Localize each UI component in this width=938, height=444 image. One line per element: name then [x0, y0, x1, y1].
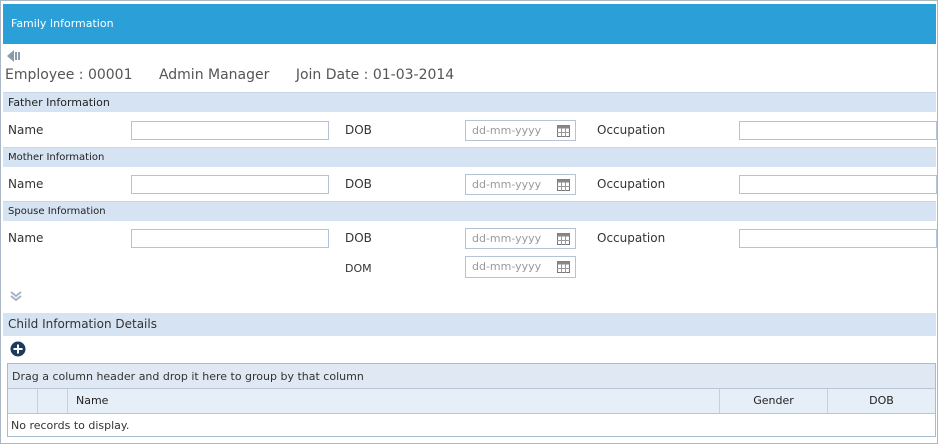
father-name-label: Name	[8, 123, 44, 137]
spouse-dom-picker[interactable]: dd-mm-yyyy	[465, 256, 576, 278]
mother-name-label: Name	[8, 177, 44, 191]
calendar-icon[interactable]	[557, 179, 570, 191]
column-header-dob[interactable]: DOB	[828, 389, 935, 413]
calendar-icon[interactable]	[557, 233, 570, 245]
mother-dob-placeholder: dd-mm-yyyy	[472, 178, 542, 191]
spouse-dom-placeholder: dd-mm-yyyy	[472, 260, 542, 273]
spouse-dob-label: DOB	[345, 231, 372, 245]
mother-occupation-input[interactable]	[739, 175, 937, 194]
grid-header-spacer	[8, 389, 38, 413]
employee-summary: Employee : 00001 Admin Manager Join Date…	[5, 67, 476, 83]
calendar-icon[interactable]	[557, 125, 570, 137]
mother-dob-label: DOB	[345, 177, 372, 191]
calendar-icon[interactable]	[557, 261, 570, 273]
column-header-name[interactable]: Name	[68, 389, 720, 413]
back-arrow-icon[interactable]	[6, 49, 22, 63]
expand-chevron-icon[interactable]	[9, 290, 23, 302]
mother-occupation-label: Occupation	[597, 177, 666, 191]
child-section-header: Child Information Details	[3, 313, 936, 336]
grid-header-spacer	[38, 389, 68, 413]
spouse-dob-picker[interactable]: dd-mm-yyyy	[465, 228, 576, 249]
join-date: Join Date : 01-03-2014	[295, 67, 455, 83]
father-dob-picker[interactable]: dd-mm-yyyy	[465, 120, 576, 141]
father-occupation-label: Occupation	[597, 123, 666, 137]
spouse-section-header: Spouse Information	[3, 201, 936, 221]
mother-name-input[interactable]	[131, 175, 329, 194]
column-header-gender[interactable]: Gender	[720, 389, 828, 413]
mother-section-header: Mother Information	[3, 147, 936, 167]
spouse-occupation-label: Occupation	[597, 231, 666, 245]
father-dob-label: DOB	[345, 123, 372, 137]
father-occupation-input[interactable]	[739, 121, 937, 140]
child-grid: Drag a column header and drop it here to…	[7, 363, 936, 437]
spouse-occupation-input[interactable]	[739, 229, 937, 248]
employee-id: Employee : 00001	[5, 67, 133, 83]
add-plus-icon[interactable]	[10, 341, 26, 357]
employee-role: Admin Manager	[158, 67, 270, 83]
spouse-dom-label: DOM	[345, 262, 372, 275]
spouse-dob-placeholder: dd-mm-yyyy	[472, 232, 542, 245]
father-dob-placeholder: dd-mm-yyyy	[472, 124, 542, 137]
spouse-name-label: Name	[8, 231, 44, 245]
grid-header-row: Name Gender DOB	[8, 389, 935, 414]
no-records-message: No records to display.	[11, 419, 130, 432]
father-section-header: Father Information	[3, 92, 936, 112]
window-title: Family Information	[3, 4, 936, 44]
spouse-name-input[interactable]	[131, 229, 329, 248]
family-information-window: Family Information Employee : 00001 Admi…	[0, 0, 938, 444]
mother-dob-picker[interactable]: dd-mm-yyyy	[465, 174, 576, 195]
father-name-input[interactable]	[131, 121, 329, 140]
group-by-panel[interactable]: Drag a column header and drop it here to…	[8, 364, 935, 389]
